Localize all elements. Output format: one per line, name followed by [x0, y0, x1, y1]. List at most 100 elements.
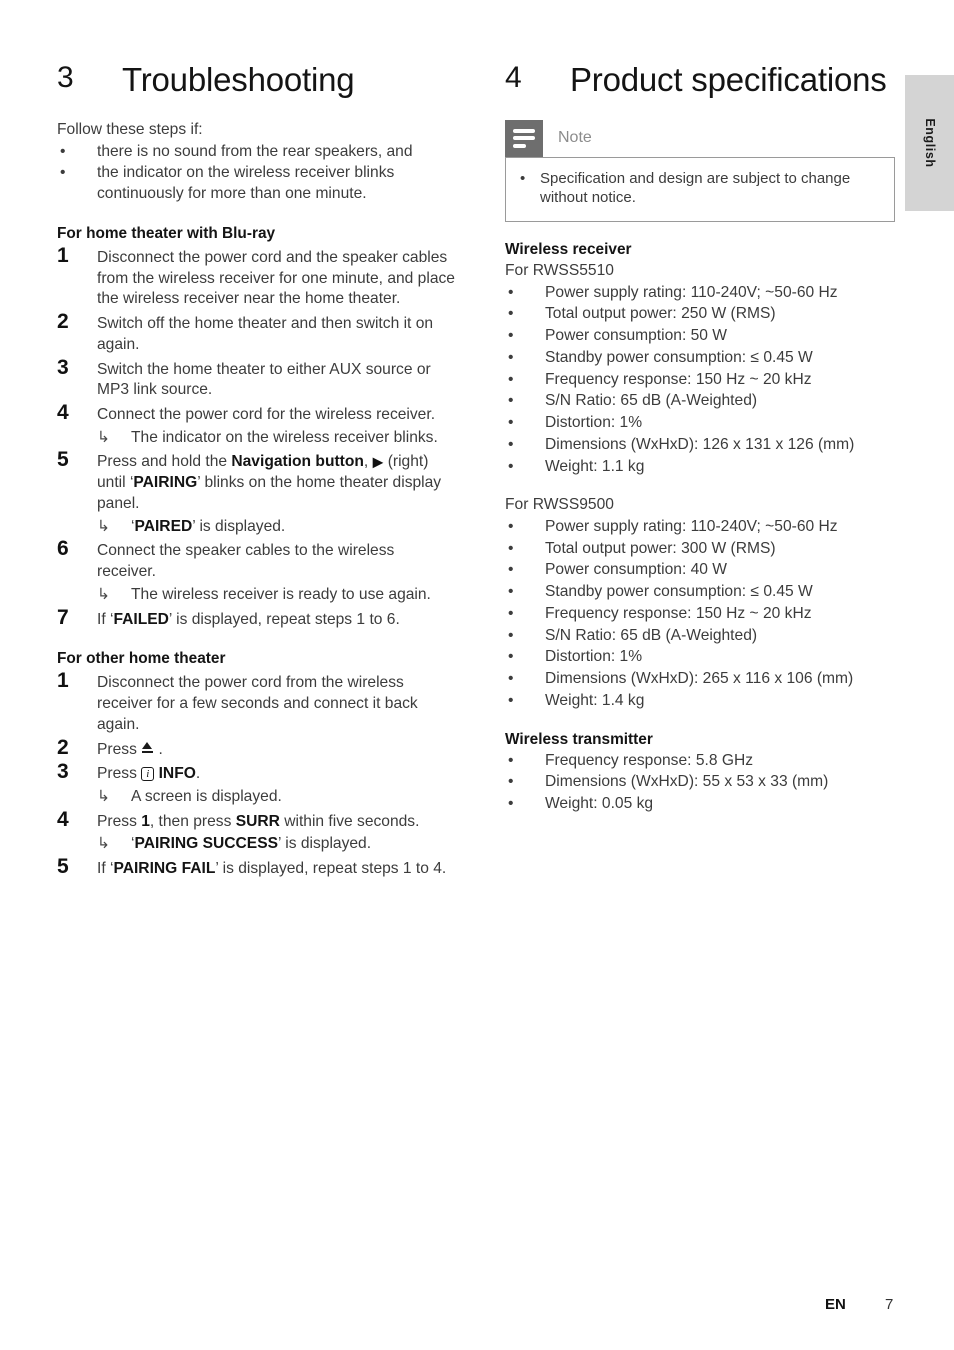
step-number: 4	[57, 400, 69, 424]
list-item: • Frequency response: 150 Hz ~ 20 kHz	[505, 604, 895, 625]
list-item-text: Specification and design are subject to …	[540, 169, 851, 207]
step-body: If ‘FAILED’ is displayed, repeat steps 1…	[97, 607, 457, 631]
bullet-icon: •	[508, 457, 514, 475]
step-text-mid: , then press	[149, 812, 236, 830]
list-item: • Dimensions (WxHxD): 126 x 131 x 126 (mm…	[505, 435, 895, 456]
result-text: ‘PAIRING SUCCESS’ is displayed.	[131, 834, 457, 855]
chapter-number: 3	[57, 61, 74, 94]
list-item-text: Total output power: 250 W (RMS)	[545, 305, 776, 323]
list-item: • the indicator on the wireless receiver…	[57, 163, 457, 204]
list-item-text: Frequency response: 150 Hz ~ 20 kHz	[545, 604, 812, 622]
bullet-icon: •	[508, 327, 514, 345]
list-item-text: Standby power consumption: ≤ 0.45 W	[545, 583, 813, 601]
bullet-icon: •	[508, 370, 514, 388]
list-item: 4 Connect the power cord for the wireles…	[57, 402, 457, 448]
intro-bullet-list: • there is no sound from the rear speake…	[57, 142, 457, 205]
chapter-heading-troubleshooting: 3 Troubleshooting	[57, 58, 457, 102]
spec-section-wireless-receiver: Wireless receiver For RWSS5510 • Power su…	[505, 240, 895, 477]
step-number: 6	[57, 537, 69, 561]
bullet-icon: •	[508, 305, 514, 323]
list-item: • Frequency response: 5.8 GHz	[505, 751, 895, 772]
spec-model-label: For RWSS9500	[505, 496, 614, 514]
list-item-text: Distortion: 1%	[545, 414, 643, 432]
bullet-icon: •	[508, 604, 514, 622]
spec-section-heading: Wireless transmitter	[505, 730, 653, 748]
section-heading-bluray: For home theater with Blu-ray	[57, 224, 276, 242]
bullet-icon: •	[60, 142, 66, 160]
step-text-bold: Navigation button	[231, 453, 364, 471]
step-number: 2	[57, 735, 69, 759]
step-text-bold-b: SURR	[235, 812, 280, 830]
eject-icon	[142, 741, 154, 755]
bullet-icon: •	[508, 414, 514, 432]
result-text: The indicator on the wireless receiver b…	[131, 428, 438, 446]
list-item: • S/N Ratio: 65 dB (A-Weighted)	[505, 391, 895, 412]
list-item-text: Weight: 1.4 kg	[545, 691, 645, 709]
step-text: Connect the speaker cables to the wirele…	[97, 542, 395, 581]
right-column: 4 Product specifications Note • Specific…	[505, 58, 895, 816]
result-arrow-icon: ↳	[97, 428, 111, 446]
list-item-text: Power supply rating: 110-240V; ~50-60 Hz	[545, 517, 838, 535]
step-body: If ‘PAIRING FAIL’ is displayed, repeat s…	[97, 856, 457, 880]
step-number: 4	[57, 807, 69, 831]
steps-list-other: 1 Disconnect the power cord from the wir…	[57, 670, 457, 880]
list-item-text: Weight: 1.1 kg	[545, 457, 645, 475]
list-item: • Power supply rating: 110-240V; ~50-60 H…	[505, 283, 895, 304]
step-number: 5	[57, 855, 69, 879]
step-text-bold: FAILED	[113, 610, 169, 628]
chapter-heading-product-specifications: 4 Product specifications	[505, 58, 895, 102]
list-item: 5 Press and hold the Navigation button, …	[57, 449, 457, 537]
step-text-pre: Press	[97, 765, 142, 783]
list-item: • Dimensions (WxHxD): 55 x 53 x 33 (mm)	[505, 772, 895, 793]
bullet-icon: •	[508, 561, 514, 579]
step-body: Press 1, then press SURR within five sec…	[97, 809, 457, 855]
list-item: • Distortion: 1%	[505, 413, 895, 434]
step-text-post: .	[195, 765, 201, 783]
note-lines-icon	[505, 119, 543, 157]
list-item: 1 Disconnect the power cord from the wir…	[57, 670, 457, 735]
step-number: 2	[57, 310, 69, 334]
bullet-icon: •	[520, 169, 526, 187]
step-text-post: ’ is displayed, repeat steps 1 to 6.	[168, 610, 400, 628]
spec-section-heading: Wireless receiver	[505, 240, 632, 258]
result-text: The wireless receiver is ready to use ag…	[131, 585, 431, 603]
step-result: ↳ A screen is displayed.	[97, 787, 457, 808]
chapter-title: Troubleshooting	[122, 61, 355, 98]
intro-paragraph: Follow these steps if:	[57, 120, 203, 138]
language-side-tab: English	[905, 75, 954, 211]
list-item: 3 Press i INFO. ↳ A screen is displayed.	[57, 761, 457, 807]
step-text-bold-b: PAIRING	[133, 474, 198, 492]
list-item: 1 Disconnect the power cord and the spea…	[57, 245, 457, 310]
left-column: 3 Troubleshooting Follow these steps if:…	[57, 58, 457, 881]
list-item-text: Standby power consumption: ≤ 0.45 W	[545, 348, 813, 366]
list-item-text: the indicator on the wireless receiver b…	[97, 164, 395, 203]
bullet-icon: •	[508, 348, 514, 366]
step-text: Connect the power cord for the wireless …	[97, 405, 436, 423]
step-number: 5	[57, 448, 69, 472]
spec-section-wireless-transmitter: Wireless transmitter • Frequency response…	[505, 730, 895, 815]
list-item: • Power supply rating: 110-240V; ~50-60 H…	[505, 517, 895, 538]
spec-section-rwss9500: For RWSS9500 • Power supply rating: 110-2…	[505, 495, 895, 711]
list-item: 4 Press 1, then press SURR within five s…	[57, 809, 457, 855]
step-text: Disconnect the power cord from the wirel…	[97, 674, 418, 733]
page-footer: EN 7	[0, 1296, 954, 1318]
list-item: 2 Press .	[57, 735, 457, 761]
footer-locale: EN	[825, 1296, 846, 1313]
bullet-icon: •	[508, 392, 514, 410]
list-item: • Specification and design are subject t…	[520, 169, 880, 208]
list-item: • S/N Ratio: 65 dB (A-Weighted)	[505, 626, 895, 647]
step-body: Connect the power cord for the wireless …	[97, 402, 457, 448]
list-item-text: Frequency response: 150 Hz ~ 20 kHz	[545, 370, 812, 388]
step-number: 3	[57, 355, 69, 379]
bullet-icon: •	[60, 164, 66, 182]
list-item-text: there is no sound from the rear speakers…	[97, 142, 413, 160]
list-item-text: Power consumption: 50 W	[545, 327, 728, 345]
step-text-pre: Press	[97, 812, 142, 830]
bullet-icon: •	[508, 539, 514, 557]
list-item-text: Total output power: 300 W (RMS)	[545, 539, 776, 557]
list-item: 2 Switch off the home theater and then s…	[57, 311, 457, 355]
result-tail: is displayed.	[280, 835, 372, 853]
step-text-mid: ,	[363, 453, 373, 471]
step-text-bold: PAIRING FAIL	[113, 860, 216, 878]
footer-page-number: 7	[885, 1296, 894, 1313]
